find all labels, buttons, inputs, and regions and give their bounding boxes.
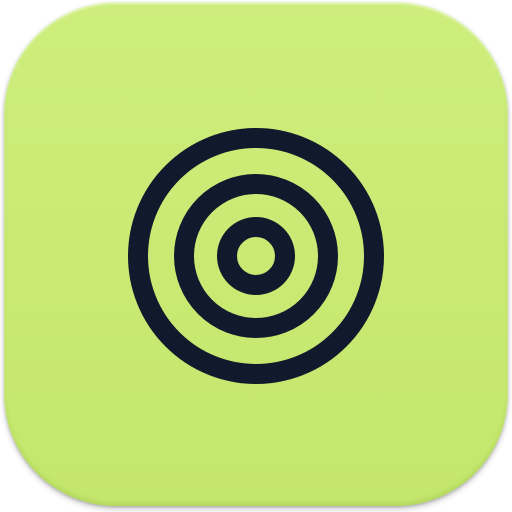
target-icon <box>128 128 384 384</box>
target-outer-ring <box>128 128 384 384</box>
app-icon-tile[interactable] <box>4 2 508 506</box>
target-inner-ring <box>217 217 295 295</box>
target-middle-ring <box>174 174 338 338</box>
icon-canvas <box>0 0 512 512</box>
